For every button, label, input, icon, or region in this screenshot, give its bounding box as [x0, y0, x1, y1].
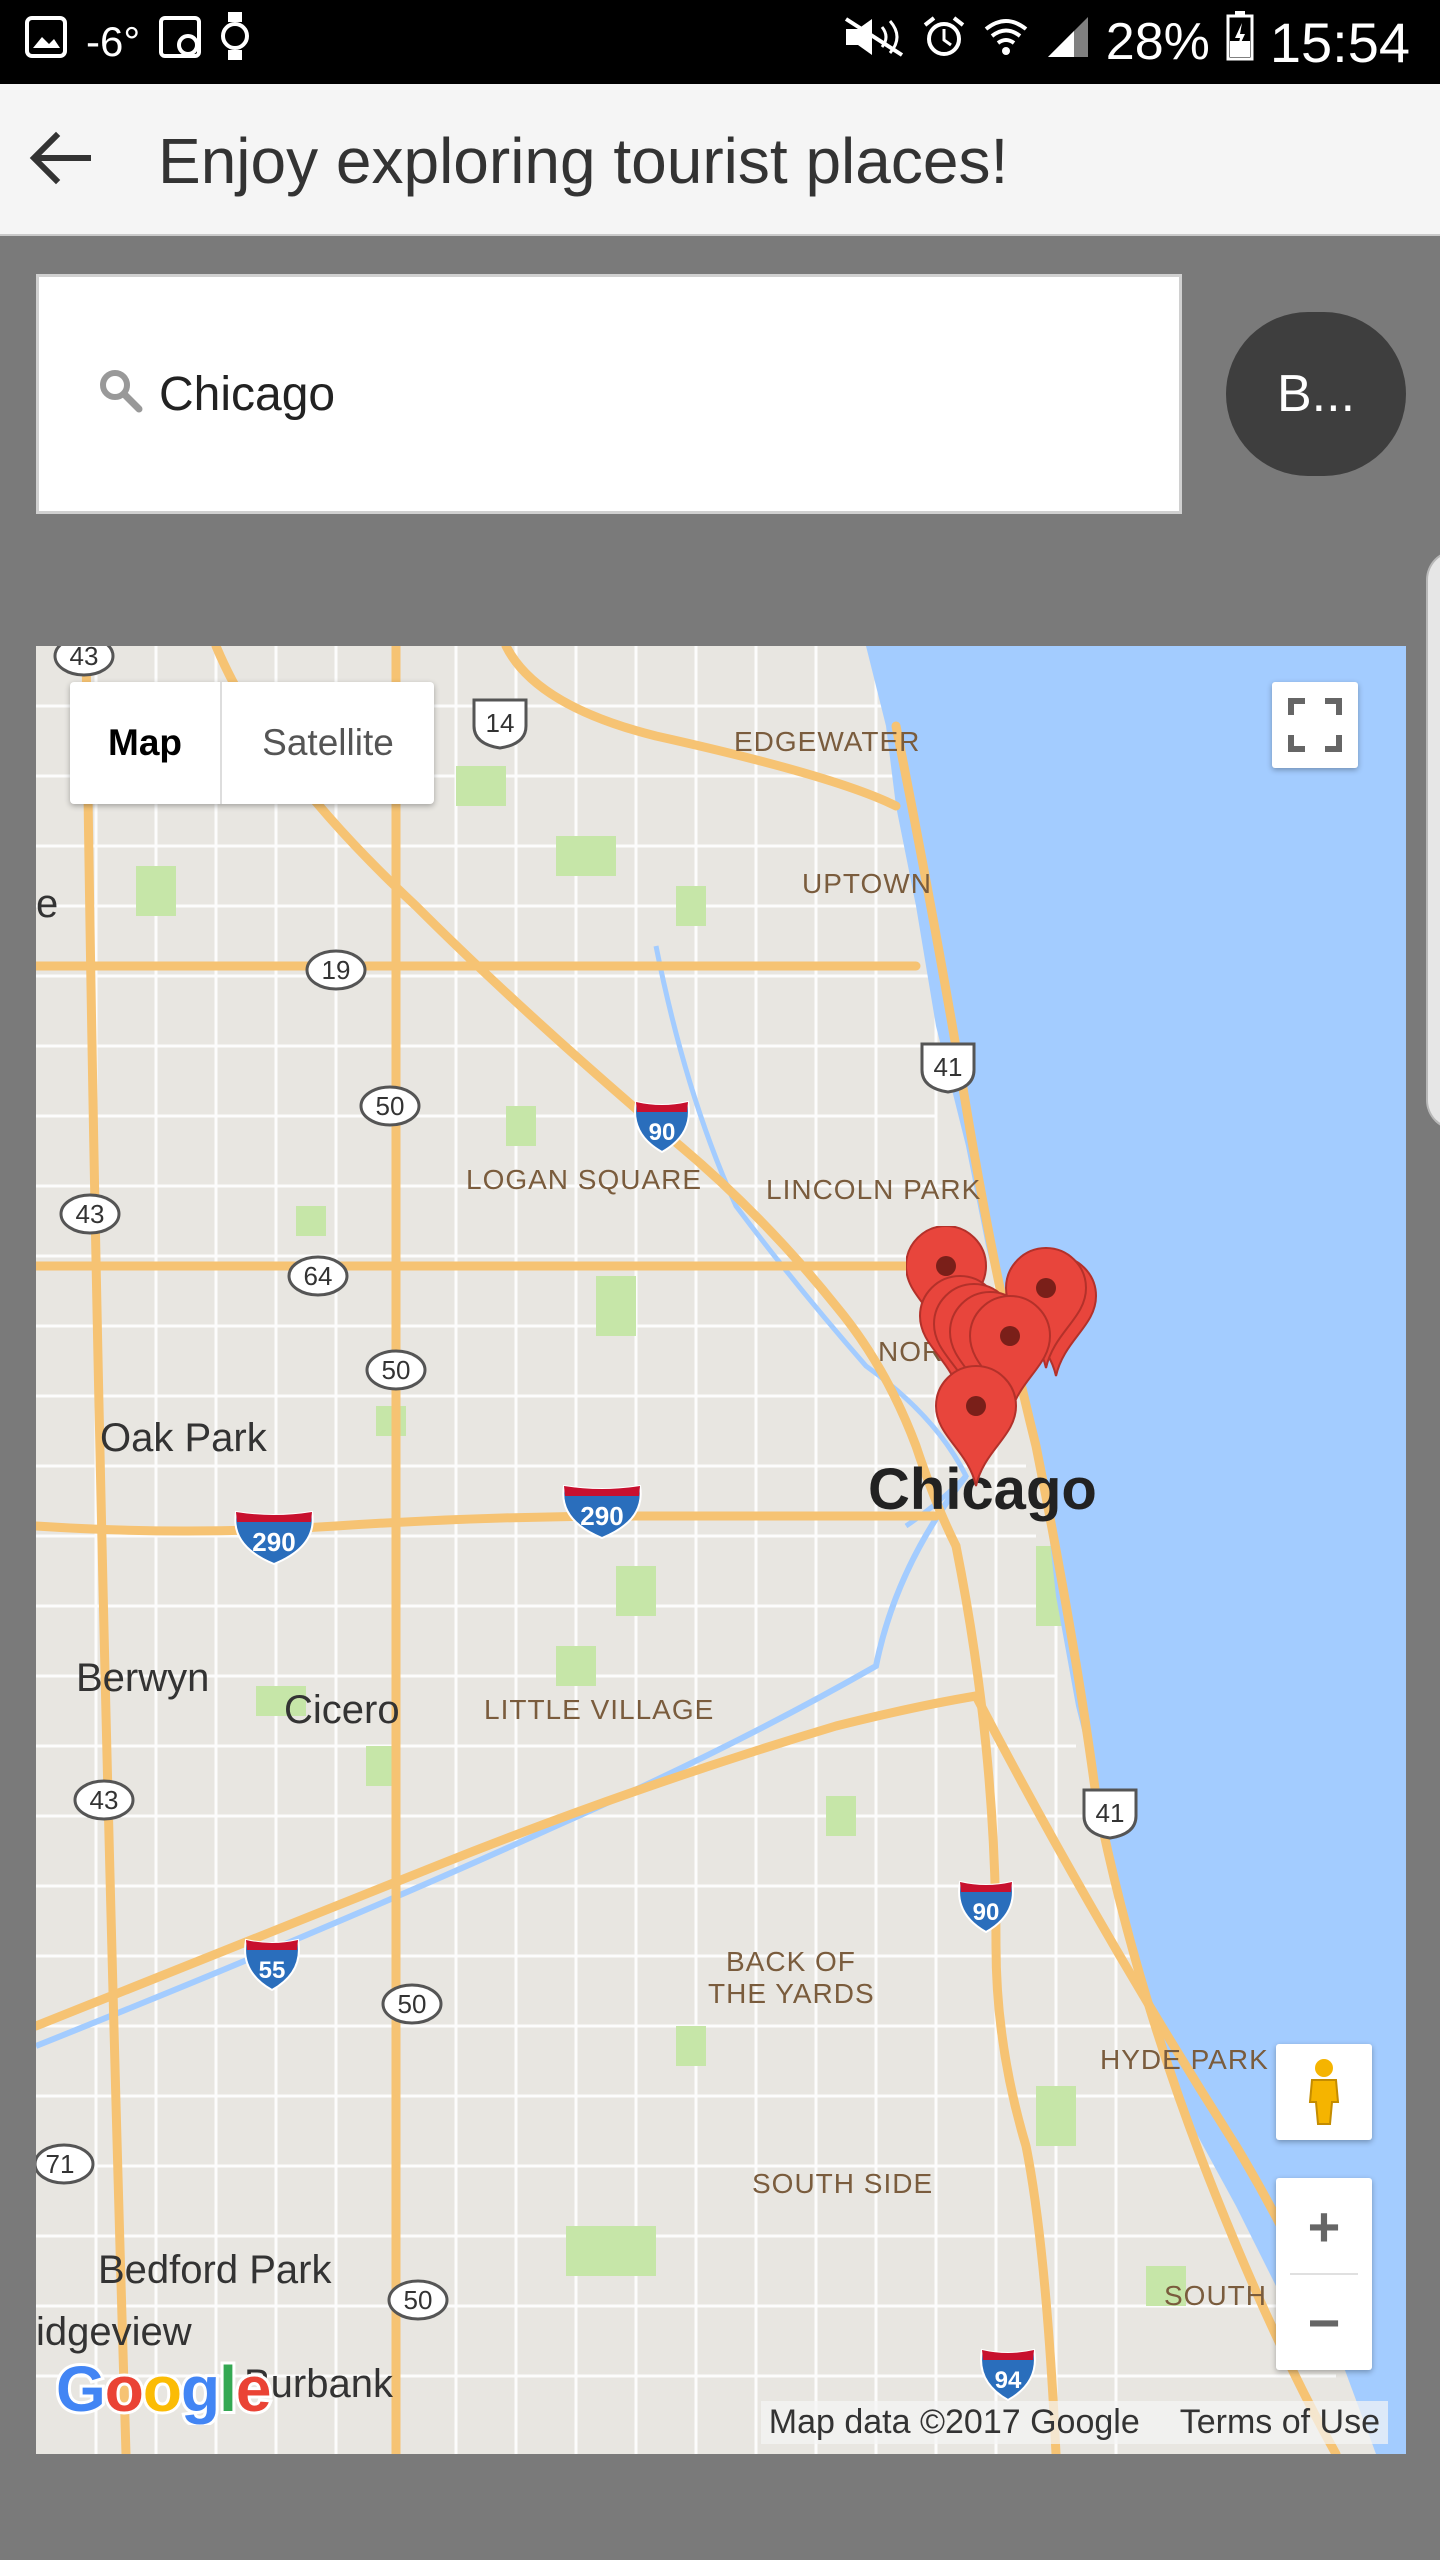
status-bar: -6° 28% 15:54	[0, 0, 1440, 84]
zoom-in-button[interactable]: +	[1276, 2178, 1372, 2274]
state-route-shield: 43	[59, 1193, 121, 1235]
place-label: SOUTH SIDE	[752, 2168, 934, 2199]
battery-icon	[1226, 10, 1254, 74]
app-bar: Enjoy exploring tourist places!	[0, 84, 1440, 236]
svg-text:94: 94	[995, 2367, 1022, 2394]
state-route-shield: 19	[305, 949, 367, 991]
watch-icon	[220, 11, 250, 73]
search-value: Chicago	[159, 368, 336, 421]
state-route-shield: 64	[287, 1255, 349, 1297]
google-logo-image: Google Google	[53, 2350, 274, 2428]
map-type-control: Map Satellite	[70, 682, 434, 804]
gallery-icon	[24, 12, 68, 72]
svg-text:43: 43	[90, 1785, 119, 1815]
arrow-back-icon	[29, 131, 91, 185]
place-label: e	[36, 882, 59, 926]
state-route-shield: 50	[381, 1983, 443, 2025]
pegman-icon	[1308, 2059, 1340, 2125]
place-label: EDGEWATER	[734, 726, 921, 757]
clock-text: 15:54	[1269, 10, 1410, 74]
zoom-out-button[interactable]: −	[1276, 2274, 1372, 2370]
us-route-shield: 14	[472, 698, 528, 750]
svg-text:64: 64	[304, 1261, 333, 1291]
state-route-shield: 50	[387, 2279, 449, 2321]
us-route-shield: 41	[1082, 1788, 1138, 1840]
alarm-icon	[922, 12, 966, 72]
place-label: THE YARDS	[708, 1978, 875, 2009]
terms-of-use-link[interactable]: Terms of Use	[1180, 2403, 1380, 2442]
state-route-shield: 43	[73, 1779, 135, 1821]
svg-text:50: 50	[398, 1989, 427, 2019]
svg-text:43: 43	[76, 1199, 105, 1229]
interstate-shield: 290	[562, 1484, 642, 1540]
state-route-shield: 71	[36, 2143, 95, 2185]
map-type-satellite-button[interactable]: Satellite	[222, 682, 434, 804]
search-action-button[interactable]: B...	[1226, 312, 1406, 476]
marker-cluster	[906, 1226, 1098, 1487]
svg-text:90: 90	[973, 1899, 1000, 1926]
place-label: Berwyn	[76, 1656, 210, 1700]
place-label: Oak Park	[100, 1416, 267, 1460]
svg-text:50: 50	[376, 1091, 405, 1121]
page-title: Enjoy exploring tourist places!	[158, 125, 1009, 197]
google-logo: Google Google	[53, 2350, 286, 2440]
wifi-icon	[982, 12, 1030, 72]
place-label: SOUTH	[1164, 2280, 1267, 2311]
signal-icon	[1046, 12, 1090, 72]
map-data-text: Map data ©2017 Google	[768, 2403, 1140, 2441]
svg-text:41: 41	[934, 1052, 963, 1082]
interstate-shield: 90	[634, 1100, 690, 1154]
fullscreen-icon	[1288, 698, 1342, 752]
map-type-map-button[interactable]: Map	[70, 682, 222, 804]
svg-text:71: 71	[46, 2149, 75, 2179]
state-route-shield: 50	[365, 1349, 427, 1391]
interstate-shield: 90	[958, 1880, 1014, 1934]
fullscreen-button[interactable]	[1272, 682, 1358, 768]
svg-text:290: 290	[580, 1501, 623, 1531]
svg-text:41: 41	[1096, 1798, 1125, 1828]
place-label: LOGAN SQUARE	[466, 1164, 703, 1195]
search-input[interactable]: Chicago	[36, 274, 1182, 514]
back-button[interactable]	[14, 112, 106, 204]
place-label: Cicero	[284, 1688, 400, 1732]
us-route-shield: 41	[920, 1042, 976, 1094]
map-view[interactable]: EDGEWATER UPTOWN LOGAN SQUARE LINCOLN PA…	[36, 646, 1406, 2454]
interstate-shield: 55	[244, 1938, 300, 1992]
state-route-shield: 50	[359, 1085, 421, 1127]
place-label: Bedford Park	[98, 2248, 332, 2292]
svg-text:55: 55	[259, 1957, 286, 1984]
svg-text:43: 43	[70, 646, 99, 671]
mute-icon	[842, 12, 906, 72]
svg-text:19: 19	[322, 955, 351, 985]
interstate-shield: 290	[234, 1510, 314, 1566]
svg-text:290: 290	[252, 1527, 295, 1557]
interstate-shield: 94	[980, 2348, 1036, 2402]
place-label: LITTLE VILLAGE	[484, 1694, 715, 1725]
state-route-shield: 43	[53, 646, 115, 677]
place-label: BACK OF	[726, 1946, 856, 1977]
place-label: LINCOLN PARK	[766, 1174, 982, 1205]
map-marker[interactable]	[934, 1364, 1018, 1487]
screenshot-icon	[158, 12, 202, 72]
svg-text:Google: Google	[56, 2353, 270, 2425]
battery-percent: 28%	[1105, 13, 1210, 71]
street-view-button[interactable]	[1276, 2044, 1372, 2140]
side-drawer-handle[interactable]	[1426, 550, 1440, 1130]
map-attribution: Map data ©2017 Google Terms of Use	[760, 2401, 1388, 2444]
svg-text:50: 50	[404, 2285, 433, 2315]
svg-text:90: 90	[649, 1119, 676, 1146]
search-icon	[97, 367, 147, 417]
place-label: idgeview	[36, 2310, 192, 2354]
temperature-text: -6°	[86, 18, 141, 65]
zoom-control: + −	[1276, 2178, 1372, 2370]
svg-text:14: 14	[486, 708, 515, 738]
place-label: HYDE PARK	[1100, 2044, 1269, 2075]
svg-text:50: 50	[382, 1355, 411, 1385]
place-label: UPTOWN	[802, 868, 932, 899]
